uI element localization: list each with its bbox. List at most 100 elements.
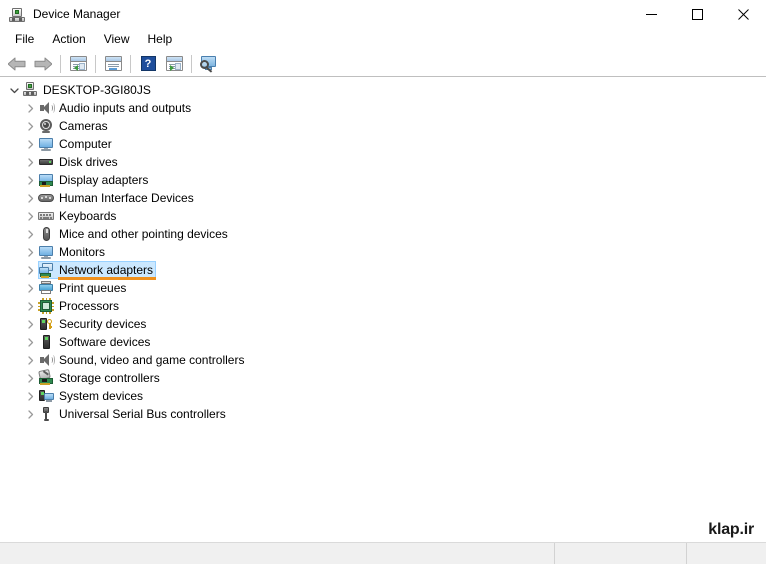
tree-item-universal-serial-bus-controllers[interactable]: Universal Serial Bus controllers [0, 405, 766, 423]
chevron-right-icon[interactable] [22, 261, 38, 279]
tree-item-sound-video-and-game-controllers[interactable]: Sound, video and game controllers [0, 351, 766, 369]
usb-icon [38, 406, 54, 422]
update-driver-icon [200, 56, 218, 73]
window-title: Device Manager [33, 7, 121, 21]
chevron-right-icon[interactable] [22, 207, 38, 225]
chevron-right-icon[interactable] [22, 315, 38, 333]
chevron-right-icon[interactable] [22, 351, 38, 369]
device-manager-window: Device Manager File Action View Help ? D… [0, 0, 766, 564]
chevron-right-icon[interactable] [22, 405, 38, 423]
tree-item-label: Software devices [59, 335, 151, 349]
tree-item-label: Mice and other pointing devices [59, 227, 228, 241]
tree-item-label: Human Interface Devices [59, 191, 194, 205]
tree-item-label: Cameras [59, 119, 108, 133]
menu-item-help[interactable]: Help [139, 30, 182, 50]
software-device-icon [38, 334, 54, 350]
device-tree-pane[interactable]: DESKTOP-3GI80JS Audio inputs and outputs [0, 77, 766, 526]
properties-icon [104, 56, 122, 71]
help-icon: ? [140, 56, 156, 71]
tree-item-label: Processors [59, 299, 120, 313]
monitor-icon [38, 136, 54, 152]
tree-root-label: DESKTOP-3GI80JS [43, 83, 151, 97]
status-pane-secondary [555, 543, 687, 564]
tree-item-display-adapters[interactable]: Display adapters [0, 171, 766, 189]
chevron-right-icon[interactable] [22, 189, 38, 207]
tree-item-system-devices[interactable]: System devices [0, 387, 766, 405]
minimize-icon [645, 14, 657, 15]
tree-item-label: Sound, video and game controllers [59, 353, 245, 367]
menu-item-view[interactable]: View [95, 30, 139, 50]
security-device-icon [38, 316, 54, 332]
tree-item-mice-and-other-pointing-devices[interactable]: Mice and other pointing devices [0, 225, 766, 243]
keyboard-icon [38, 208, 54, 224]
chevron-right-icon[interactable] [22, 153, 38, 171]
tree-item-computer[interactable]: Computer [0, 135, 766, 153]
tree-item-storage-controllers[interactable]: Storage controllers [0, 368, 766, 387]
back-button[interactable] [4, 52, 30, 76]
update-driver-button[interactable] [196, 52, 222, 76]
chevron-right-icon[interactable] [22, 387, 38, 405]
system-device-icon [38, 388, 54, 404]
tree-item-label: System devices [59, 389, 144, 403]
tree-item-print-queues[interactable]: Print queues [0, 279, 766, 297]
chevron-right-icon[interactable] [22, 225, 38, 243]
printer-icon [38, 280, 54, 296]
annotation-underline [58, 277, 156, 280]
properties-button[interactable] [100, 52, 126, 76]
speaker-icon [38, 100, 55, 116]
menu-bar: File Action View Help [0, 29, 766, 51]
window-controls [628, 0, 766, 29]
camera-icon [38, 118, 54, 134]
chevron-right-icon[interactable] [22, 135, 38, 153]
chevron-right-icon[interactable] [22, 297, 38, 315]
back-arrow-icon [8, 57, 26, 70]
chevron-right-icon[interactable] [22, 243, 38, 261]
menu-item-file[interactable]: File [6, 30, 43, 50]
tree-item-label: Print queues [59, 281, 127, 295]
scan-for-hardware-changes-button[interactable] [161, 52, 187, 76]
tree-item-label: Keyboards [59, 209, 117, 223]
chevron-right-icon[interactable] [22, 333, 38, 351]
tree-item-cameras[interactable]: Cameras [0, 117, 766, 135]
tree-item-label: Computer [59, 137, 112, 151]
tree-item-monitors[interactable]: Monitors [0, 243, 766, 261]
tree-item-keyboards[interactable]: Keyboards [0, 207, 766, 225]
minimize-button[interactable] [628, 0, 674, 29]
show-hide-console-tree-button[interactable] [65, 52, 91, 76]
close-icon [737, 9, 749, 20]
toolbar-separator [95, 54, 96, 73]
chevron-right-icon[interactable] [22, 117, 38, 135]
maximize-icon [691, 9, 703, 20]
close-button[interactable] [720, 0, 766, 29]
monitor-icon [38, 244, 54, 260]
toolbar-separator [191, 54, 192, 73]
scan-for-hardware-changes-icon [165, 56, 183, 71]
tree-item-disk-drives[interactable]: Disk drives [0, 153, 766, 171]
tree-item-label: Universal Serial Bus controllers [59, 407, 226, 421]
tree-item-security-devices[interactable]: Security devices [0, 315, 766, 333]
display-adapter-icon [38, 172, 54, 188]
tree-item-label: Monitors [59, 245, 106, 259]
help-button[interactable]: ? [135, 52, 161, 76]
tree-item-human-interface-devices[interactable]: Human Interface Devices [0, 189, 766, 207]
forward-button[interactable] [30, 52, 56, 76]
show-hide-console-tree-icon [69, 56, 87, 71]
tree-item-label: Storage controllers [59, 371, 160, 385]
tree-root-item[interactable]: DESKTOP-3GI80JS [0, 81, 766, 99]
chevron-right-icon[interactable] [22, 171, 38, 189]
status-pane-tertiary [687, 543, 766, 564]
processor-icon [38, 298, 54, 314]
tree-item-label: Display adapters [59, 173, 149, 187]
tree-item-software-devices[interactable]: Software devices [0, 333, 766, 351]
forward-arrow-icon [34, 57, 52, 70]
chevron-down-icon[interactable] [6, 81, 22, 99]
chevron-right-icon[interactable] [22, 279, 38, 297]
chevron-right-icon[interactable] [22, 369, 38, 387]
tree-item-audio-inputs-and-outputs[interactable]: Audio inputs and outputs [0, 99, 766, 117]
maximize-button[interactable] [674, 0, 720, 29]
tree-item-network-adapters[interactable]: Network adapters [0, 261, 766, 280]
tree-item-processors[interactable]: Processors [0, 297, 766, 315]
network-adapter-icon [38, 262, 54, 278]
chevron-right-icon[interactable] [22, 99, 38, 117]
menu-item-action[interactable]: Action [43, 30, 94, 50]
